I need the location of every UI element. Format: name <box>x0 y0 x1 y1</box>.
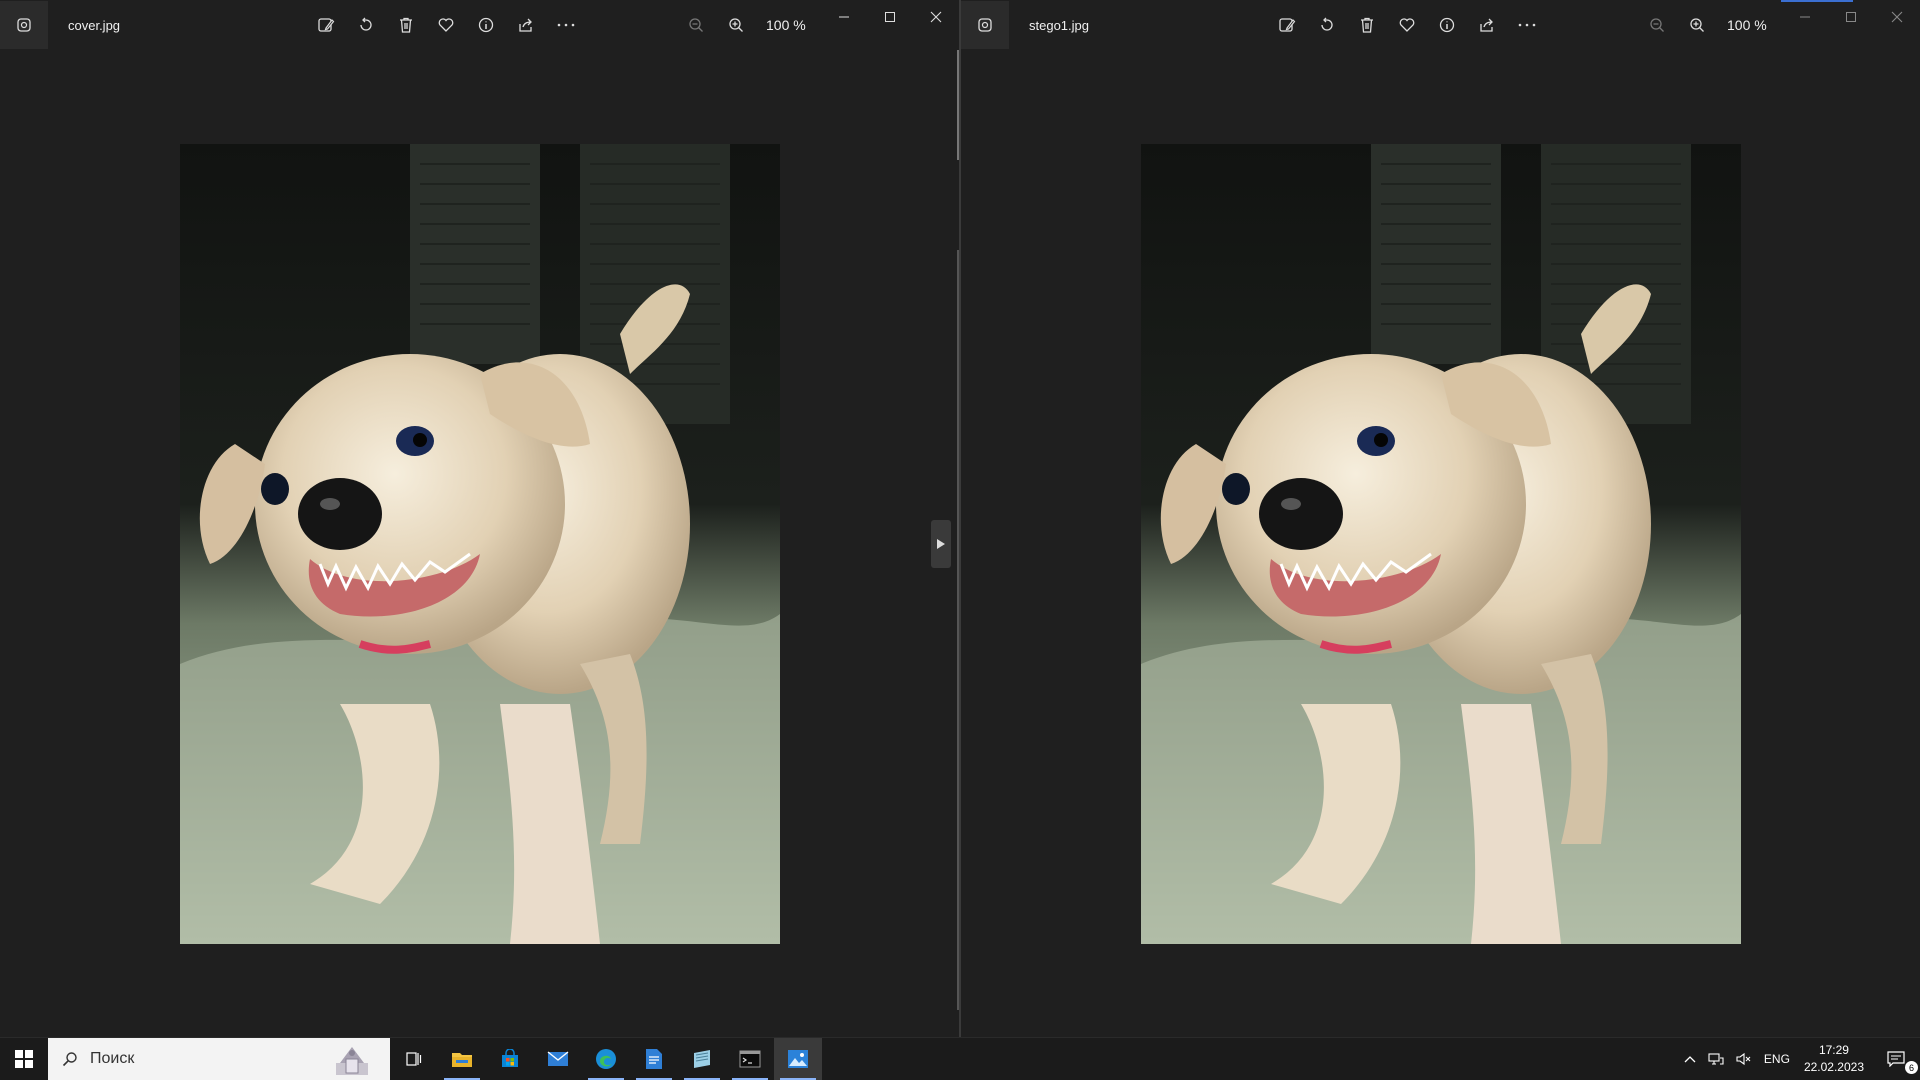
edge-browser-icon[interactable] <box>582 1038 630 1080</box>
zoom-controls: 100 % <box>680 10 814 40</box>
taskbar-search[interactable] <box>48 1038 390 1080</box>
toolbar <box>310 10 582 40</box>
favorite-heart-icon[interactable] <box>430 10 462 40</box>
volume-muted-icon[interactable] <box>1730 1038 1758 1080</box>
terminal-icon[interactable] <box>726 1038 774 1080</box>
more-options-icon[interactable] <box>550 10 582 40</box>
close-icon[interactable] <box>913 0 959 34</box>
notepad-document-icon[interactable] <box>630 1038 678 1080</box>
zoom-level[interactable]: 100 % <box>766 17 814 33</box>
file-explorer-icon[interactable] <box>438 1038 486 1080</box>
maximize-icon[interactable] <box>867 0 913 34</box>
delete-icon[interactable] <box>1351 10 1383 40</box>
rotate-icon[interactable] <box>350 10 382 40</box>
file-name: cover.jpg <box>68 17 121 33</box>
zoom-in-icon[interactable] <box>1681 10 1713 40</box>
title-bar[interactable]: cover.jpg 100 % <box>0 0 959 50</box>
mail-icon[interactable] <box>534 1038 582 1080</box>
search-highlight-icon <box>336 1047 368 1075</box>
puppy-photo <box>1141 144 1741 944</box>
photo-viewer-window-right: stego1.jpg 100 % <box>960 0 1920 1038</box>
search-icon <box>62 1052 77 1067</box>
system-tray: ENG 17:29 22.02.2023 6 <box>1678 1038 1920 1080</box>
microsoft-store-icon[interactable] <box>486 1038 534 1080</box>
editor-app-icon[interactable] <box>678 1038 726 1080</box>
task-view-icon[interactable] <box>390 1038 438 1080</box>
search-input[interactable] <box>88 1049 332 1069</box>
rotate-icon[interactable] <box>1311 10 1343 40</box>
close-icon[interactable] <box>1874 0 1920 34</box>
clock-date: 22.02.2023 <box>1803 1060 1864 1074</box>
photos-app-taskbar-icon[interactable] <box>774 1038 822 1080</box>
info-icon[interactable] <box>1431 10 1463 40</box>
next-image-arrow[interactable] <box>931 520 951 568</box>
scroll-indicator-top <box>957 50 959 160</box>
favorite-heart-icon[interactable] <box>1391 10 1423 40</box>
window-controls <box>821 0 959 34</box>
photos-app-icon[interactable] <box>0 1 48 49</box>
start-button[interactable] <box>0 1038 48 1080</box>
notification-center-icon[interactable]: 6 <box>1872 1038 1920 1080</box>
photos-app-icon[interactable] <box>961 1 1009 49</box>
minimize-icon[interactable] <box>1782 0 1828 34</box>
zoom-out-icon[interactable] <box>680 10 712 40</box>
clock-time: 17:29 <box>1818 1043 1849 1057</box>
edit-image-icon[interactable] <box>1271 10 1303 40</box>
share-icon[interactable] <box>1471 10 1503 40</box>
minimize-icon[interactable] <box>821 0 867 34</box>
delete-icon[interactable] <box>390 10 422 40</box>
clock[interactable]: 17:29 22.02.2023 <box>1796 1042 1872 1076</box>
title-bar[interactable]: stego1.jpg 100 % <box>961 0 1920 50</box>
zoom-in-icon[interactable] <box>720 10 752 40</box>
more-options-icon[interactable] <box>1511 10 1543 40</box>
show-hidden-icons-chevron-icon[interactable] <box>1678 1038 1702 1080</box>
window-controls <box>1782 0 1920 34</box>
zoom-out-icon[interactable] <box>1641 10 1673 40</box>
edit-image-icon[interactable] <box>310 10 342 40</box>
toolbar <box>1271 10 1543 40</box>
network-icon[interactable] <box>1702 1038 1730 1080</box>
maximize-icon[interactable] <box>1828 0 1874 34</box>
puppy-photo <box>180 144 780 944</box>
zoom-controls: 100 % <box>1641 10 1775 40</box>
scroll-indicator[interactable] <box>957 250 959 1010</box>
language-indicator[interactable]: ENG <box>1758 1038 1796 1080</box>
info-icon[interactable] <box>470 10 502 40</box>
zoom-level[interactable]: 100 % <box>1727 17 1775 33</box>
share-icon[interactable] <box>510 10 542 40</box>
file-name: stego1.jpg <box>1029 17 1089 33</box>
windows-logo-icon <box>15 1050 33 1068</box>
taskbar: ENG 17:29 22.02.2023 6 <box>0 1037 1920 1080</box>
photo-viewer-window-left: cover.jpg 100 % <box>0 0 960 1038</box>
notification-count-badge: 6 <box>1905 1061 1918 1074</box>
